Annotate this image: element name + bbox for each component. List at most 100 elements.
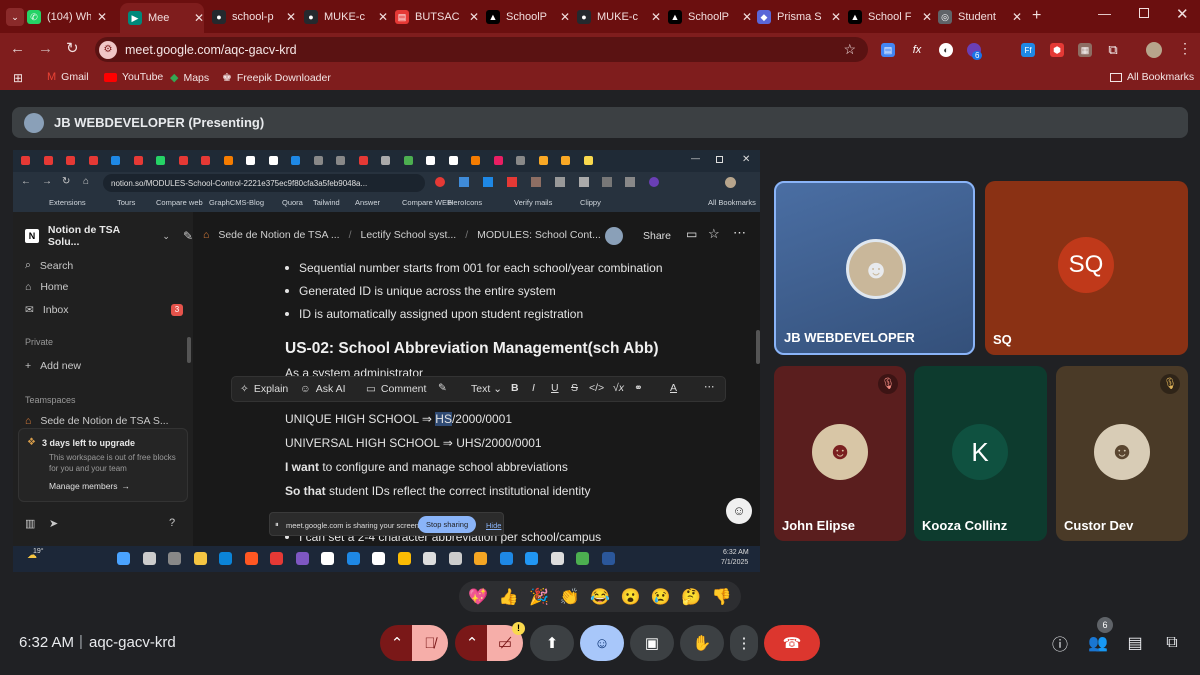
participant-name: John Elipse (782, 518, 855, 533)
code-icon: </> (589, 382, 605, 394)
reaction-emoji[interactable]: 😂 (590, 587, 610, 607)
reaction-emoji[interactable]: 🤔 (681, 587, 701, 607)
participant-tile-custor[interactable]: 🎙 ☻ Custor Dev (1056, 366, 1188, 541)
ff-extension-icon[interactable]: Ff (1021, 43, 1035, 57)
browser-tab[interactable]: ▲ School F ✕ (848, 5, 932, 29)
browser-tab[interactable]: ▲ SchoolP ✕ (668, 5, 752, 29)
shared-bookmark: Answer (355, 198, 381, 207)
more-options-button[interactable]: ⋮ (730, 625, 758, 661)
profile-avatar-icon[interactable] (1146, 42, 1162, 58)
leave-call-button[interactable]: ☎ (764, 625, 820, 661)
close-window-button[interactable]: ✕ (1176, 5, 1189, 23)
participant-tile-john[interactable]: 🎙 ☻ John Elipse (774, 366, 906, 541)
close-tab-icon[interactable]: ✕ (194, 11, 204, 25)
bookmark-star-icon[interactable]: ☆ (843, 41, 856, 58)
close-tab-icon[interactable]: ✕ (97, 10, 107, 24)
taskbar-app-icon (601, 552, 615, 565)
upgrade-card: ❖ 3 days left to upgrade This workspace … (18, 428, 188, 502)
close-tab-icon[interactable]: ✕ (378, 10, 388, 24)
reaction-emoji[interactable]: 👎 (712, 587, 732, 607)
close-tab-icon[interactable]: ✕ (922, 10, 932, 24)
reaction-emoji[interactable]: 👏 (560, 587, 580, 607)
shared-close-window: ✕ (742, 154, 751, 165)
reload-icon[interactable]: ↻ (66, 39, 79, 57)
italic-icon: I (532, 382, 535, 394)
shared-tab-favicon-icon (381, 156, 390, 165)
teamspaces-label: Teamspaces (25, 395, 76, 405)
circle-extension-icon[interactable]: ◐ (939, 43, 953, 57)
shared-tab-favicon-icon (291, 156, 300, 165)
meeting-info-icon[interactable]: ⓘ (1049, 632, 1071, 654)
docs-extension-icon[interactable]: ▤ (881, 43, 895, 57)
abbreviation-example-1: UNIQUE HIGH SCHOOL ⇒ HS/2000/0001 (285, 412, 513, 426)
close-tab-icon[interactable]: ✕ (560, 10, 570, 24)
reactions-button[interactable]: ☺ (580, 625, 624, 661)
chat-icon[interactable]: ▤ (1124, 632, 1146, 654)
bookmark-freepik[interactable]: ♚ Freepik Downloader (222, 71, 331, 85)
close-tab-icon[interactable]: ✕ (651, 10, 661, 24)
reaction-emoji[interactable]: 😢 (651, 587, 671, 607)
reaction-emoji[interactable]: 😮 (620, 587, 640, 607)
shared-profile-icon (725, 177, 736, 188)
shared-tab-favicon-icon (111, 156, 120, 165)
forward-icon[interactable]: → (38, 40, 53, 57)
chevron-down-icon: ⌄ (493, 383, 503, 395)
hide-link: Hide (486, 521, 502, 530)
browser-tab[interactable]: ● school-p ✕ (212, 5, 296, 29)
shared-forward-icon: → (42, 176, 52, 187)
close-tab-icon[interactable]: ✕ (469, 10, 479, 24)
section-heading: US-02: School Abbreviation Management(sc… (285, 340, 659, 357)
shared-bookmarks-bar: Extensions Tours Compare web GraphCMS-Blog Q… (13, 194, 760, 212)
microphone-toggle[interactable]: 🎙̸ (412, 625, 448, 661)
participant-tile-presenter[interactable]: ☻ JB WEBDEVELOPER (774, 181, 975, 355)
browser-tab[interactable]: ▶ Mee ✕ (120, 3, 204, 33)
back-icon[interactable]: ← (10, 40, 25, 57)
shared-reload-icon: ↻ (62, 176, 71, 187)
minimize-button[interactable]: — (1098, 6, 1111, 21)
bookmark-youtube[interactable]: YouTube (104, 71, 163, 83)
browser-tab[interactable]: ● MUKE-c ✕ (304, 5, 388, 29)
browser-tab[interactable]: ▤ BUTSAC ✕ (395, 5, 479, 29)
sidebar-scrollbar (187, 337, 191, 363)
all-bookmarks[interactable]: All Bookmarks (1110, 71, 1194, 83)
red-shield-extension-icon[interactable]: ⬢ (1050, 43, 1064, 57)
audio-options-button[interactable]: ⌃ (380, 625, 414, 661)
people-icon[interactable]: 👥 (1087, 632, 1109, 654)
puzzle-extensions-icon[interactable]: ⧉ (1106, 42, 1120, 57)
close-tab-icon[interactable]: ✕ (831, 10, 841, 24)
reaction-emoji[interactable]: 👍 (499, 587, 519, 607)
browser-menu-icon[interactable]: ⋮ (1178, 40, 1192, 57)
close-tab-icon[interactable]: ✕ (1012, 10, 1022, 24)
restore-button[interactable] (1139, 8, 1149, 18)
participant-tile-sq[interactable]: SQ SQ (985, 181, 1188, 355)
captions-button[interactable]: ▣ (630, 625, 674, 661)
present-screen-button[interactable]: ⬆ (530, 625, 574, 661)
browser-tab[interactable]: ◆ Prisma S ✕ (757, 5, 841, 29)
browser-tab[interactable]: ▲ SchoolP ✕ (486, 5, 570, 29)
shared-tab-favicon-icon (43, 156, 53, 165)
video-options-button[interactable]: ⌃ (455, 625, 489, 661)
browser-tab[interactable]: ◎ Student ✕ (938, 5, 1022, 29)
close-tab-icon[interactable]: ✕ (742, 10, 752, 24)
reaction-emoji[interactable]: 🎉 (529, 587, 549, 607)
close-tab-icon[interactable]: ✕ (286, 10, 296, 24)
new-page-icon: ✎ (182, 229, 193, 243)
activities-icon[interactable]: ⧉ (1161, 632, 1183, 654)
apps-grid-icon[interactable]: ⊞ (13, 71, 23, 85)
raise-hand-button[interactable]: ✋ (680, 625, 724, 661)
address-bar[interactable]: ⚙ meet.google.com/aqc-gacv-krd ☆ (95, 37, 868, 62)
reaction-emoji[interactable]: 💖 (468, 587, 488, 607)
new-tab-button[interactable]: + (1032, 7, 1041, 25)
bookmark-gmail[interactable]: M Gmail (47, 71, 89, 83)
browser-tab[interactable]: ● MUKE-c ✕ (577, 5, 661, 29)
shared-ext-icon-2 (459, 177, 469, 187)
calendar-extension-icon[interactable]: ▦ (1078, 43, 1092, 57)
site-info-icon[interactable]: ⚙ (99, 40, 117, 59)
tab-search-button[interactable]: ⌄ (6, 8, 24, 26)
participant-tile-kooza[interactable]: K Kooza Collinz (914, 366, 1047, 541)
browser-tab[interactable]: ✆ (104) Wh ✕ (27, 5, 107, 29)
bookmark-maps[interactable]: ◆ Maps (170, 71, 209, 85)
formula-extension-icon[interactable]: fx (910, 43, 924, 57)
shared-ext-icon-5 (531, 177, 541, 187)
shared-tab-favicon-icon (246, 156, 255, 165)
